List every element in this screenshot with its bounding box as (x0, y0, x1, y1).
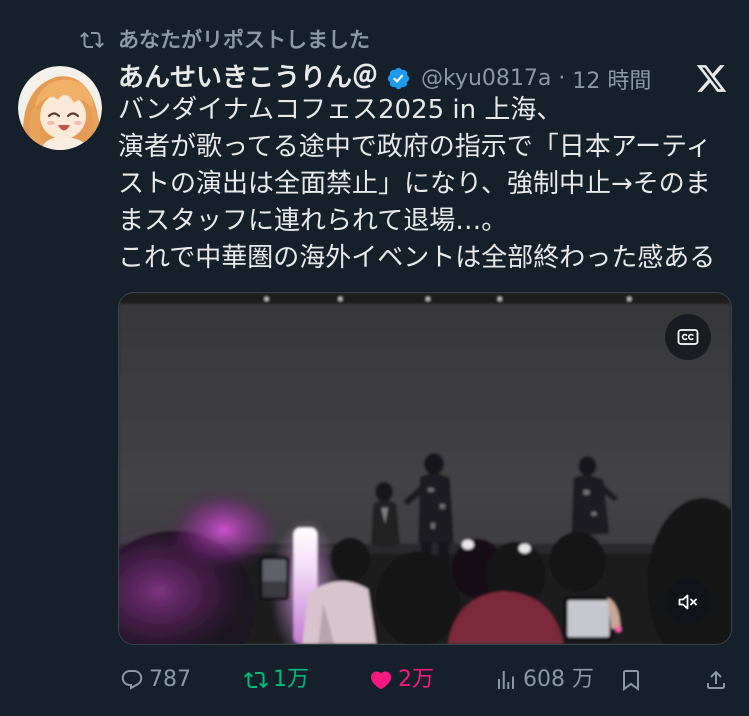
dot-separator: · (558, 66, 566, 91)
post-text-line: バンダイナムコフェス2025 in 上海、 (118, 95, 563, 125)
video-frame-image (119, 293, 731, 644)
repost-icon (80, 31, 104, 49)
post-text-line: ストの演出は全面禁止」になり、強制中止→そのま (118, 169, 711, 199)
heart-filled-icon (370, 671, 392, 690)
video-player[interactable] (118, 292, 732, 645)
repost-icon (244, 671, 268, 689)
post-text-line: 演者が歌ってる途中で政府の指示で「日本アーティ (118, 132, 712, 162)
reply-icon (121, 670, 143, 690)
reply-button[interactable]: 787 (120, 668, 191, 692)
repost-button[interactable]: 1万 (244, 668, 309, 692)
like-count: 2万 (398, 667, 434, 692)
audience-member (330, 537, 371, 582)
views-count: 608 万 (523, 667, 594, 692)
share-button[interactable] (704, 668, 728, 692)
reply-count: 787 (149, 667, 191, 692)
views-button[interactable]: 608 万 (494, 668, 594, 692)
post-timestamp[interactable]: 12 時間 (572, 63, 651, 95)
post-text: バンダイナムコフェス2025 in 上海、 演者が歌ってる途中で政府の指示で「日… (118, 92, 743, 277)
sound-toggle-button[interactable] (665, 579, 711, 625)
bookmark-icon (623, 670, 639, 691)
muted-speaker-icon (678, 594, 697, 610)
x-logo-icon (696, 65, 727, 92)
captions-button[interactable] (665, 314, 711, 360)
repost-count: 1万 (273, 667, 309, 692)
repost-banner-text: あなたがリポストしました (118, 28, 370, 52)
audience-member (302, 581, 377, 644)
verified-badge-icon[interactable] (386, 66, 411, 91)
post-text-line: まスタッフに連れられて退場…。 (118, 206, 508, 236)
phone-screen (259, 556, 290, 601)
post-header: あんせいきこうりん＠ @kyu0817a · 12 時間 (118, 62, 688, 95)
avatar[interactable] (18, 66, 102, 150)
bookmark-button[interactable] (619, 668, 643, 692)
author-handle[interactable]: @kyu0817a (421, 66, 551, 91)
phone-screen (563, 596, 622, 642)
repost-banner[interactable]: あなたがリポストしました (80, 27, 370, 53)
audience-member (549, 531, 606, 592)
stage-ceiling (119, 293, 731, 304)
post-text-line: これで中華圏の海外イベントは全部終わった感ある (118, 243, 716, 273)
share-icon (707, 670, 725, 689)
post-page: あなたがリポストしました あんせいきこうりん＠ @kyu0817a · 12 時… (0, 0, 749, 716)
closed-captions-icon (677, 329, 699, 345)
audience-member (376, 551, 460, 644)
views-icon (498, 671, 514, 689)
author-name[interactable]: あんせいきこうりん＠ (118, 62, 378, 95)
like-button[interactable]: 2万 (369, 668, 434, 692)
avatar-image (18, 66, 102, 150)
